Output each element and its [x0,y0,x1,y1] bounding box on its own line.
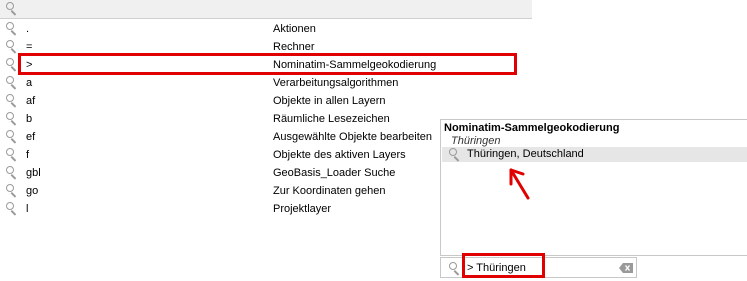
result-group-title: Nominatim-Sammelgeokodierung [444,122,620,134]
row-description: Ausgewählte Objekte bearbeiten [273,131,432,143]
row-description: Objekte des aktiven Layers [273,149,406,161]
search-icon [6,202,19,216]
row-prefix: b [26,113,33,125]
row-prefix: = [26,41,33,53]
row-prefix: ef [26,131,36,143]
result-group-subtitle: Thüringen [451,135,501,147]
search-icon [6,148,19,162]
row-description: GeoBasis_Loader Suche [273,167,396,179]
row-prefix: l [26,203,29,215]
row-description: Aktionen [273,23,316,35]
row-description: Verarbeitungsalgorithmen [273,77,399,89]
result-item[interactable]: Thüringen, Deutschland [442,147,747,162]
row-description: Objekte in allen Layern [273,95,386,107]
search-icon [449,262,462,276]
row-description: Räumliche Lesezeichen [273,113,390,125]
search-icon [6,94,19,108]
row-prefix: gbl [26,167,41,179]
search-icon [6,76,19,90]
search-icon [6,184,19,198]
clear-icon[interactable] [619,263,633,273]
row-description: Zur Koordinaten gehen [273,185,386,197]
search-icon [6,130,19,144]
locator-row[interactable]: af Objekte in allen Layern [0,92,532,110]
result-item-label: Thüringen, Deutschland [467,148,584,160]
search-icon [449,148,462,162]
row-prefix: af [26,95,36,107]
search-icon [6,112,19,126]
row-prefix: go [26,185,39,197]
row-description: Rechner [273,41,315,53]
search-icon [6,166,19,180]
locator-row[interactable]: a Verarbeitungsalgorithmen [0,74,532,92]
highlight-box-search-input [462,253,545,278]
row-prefix: . [26,23,30,35]
row-description: Projektlayer [273,203,332,215]
row-prefix: f [26,149,30,161]
search-icon [6,2,19,16]
row-prefix: a [26,77,33,89]
locator-header-bar[interactable] [0,0,532,19]
search-icon [6,22,19,36]
search-icon [6,40,19,54]
locator-row[interactable]: . Aktionen [0,20,532,38]
locator-results-popup: Nominatim-Sammelgeokodierung Thüringen T… [440,119,747,256]
highlight-box-prefix-row [18,53,517,75]
